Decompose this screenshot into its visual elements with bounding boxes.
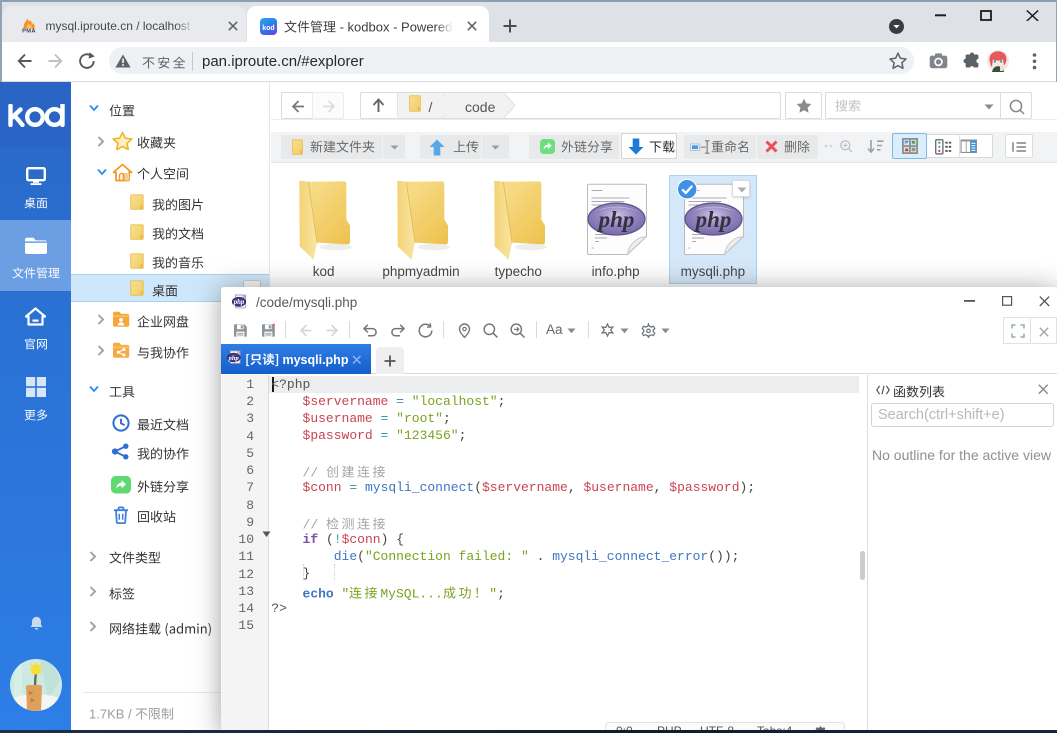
svg-text:php: php: [232, 299, 244, 306]
svg-text:php: php: [693, 207, 731, 232]
svg-text:PMA: PMA: [22, 29, 36, 34]
svg-text:kod: kod: [262, 24, 274, 31]
svg-text:php: php: [228, 355, 240, 362]
svg-text:php: php: [596, 207, 634, 232]
